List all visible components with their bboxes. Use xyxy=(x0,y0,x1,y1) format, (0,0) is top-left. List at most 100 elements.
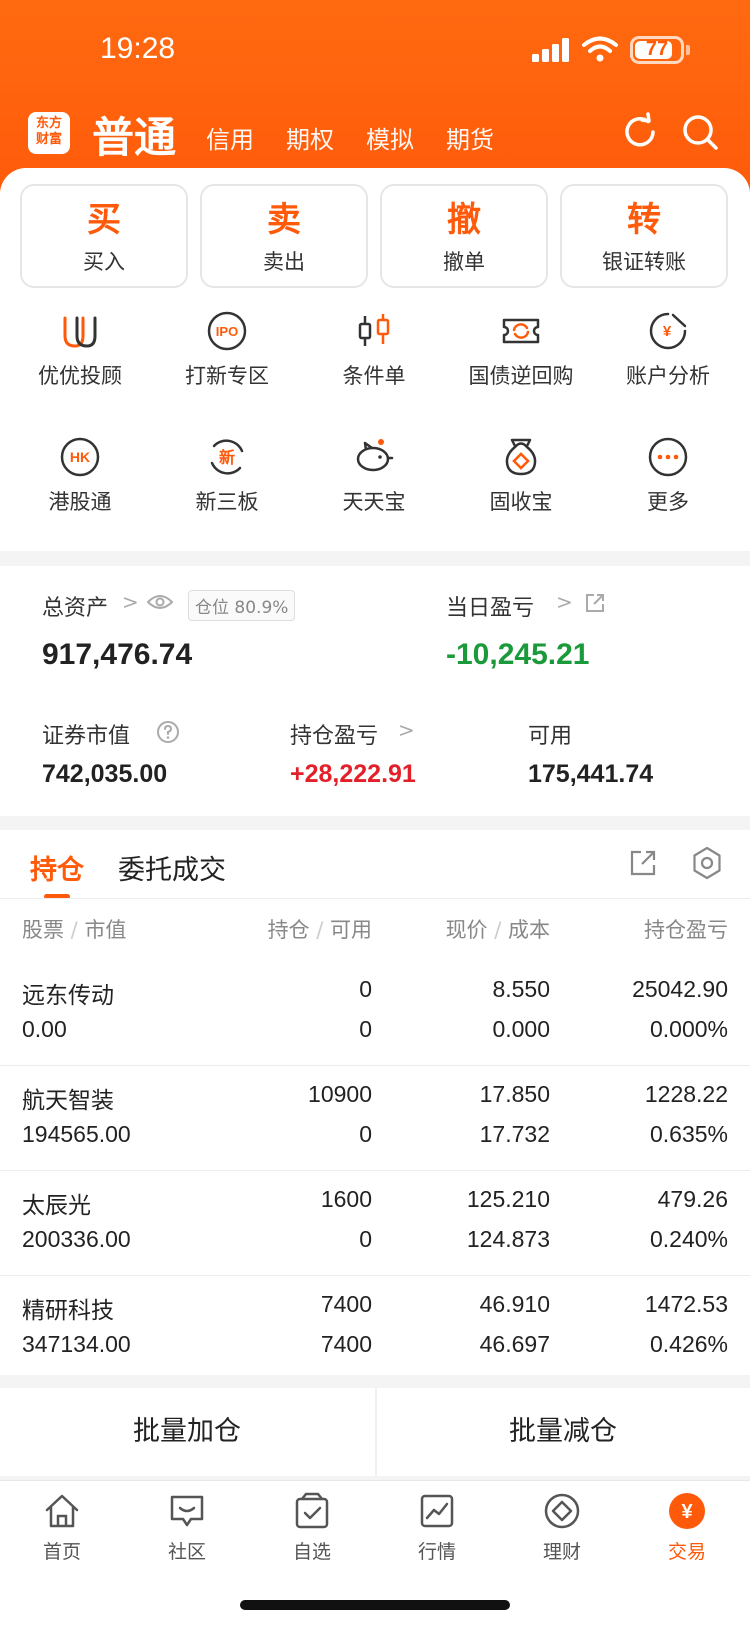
market-value-cell: 347134.00 xyxy=(22,1331,131,1357)
total-assets-label[interactable]: 总资产 xyxy=(42,590,108,622)
holding-pl-value: +28,222.91 xyxy=(290,760,416,788)
cancel-order-button[interactable]: 撤 撤单 xyxy=(380,184,548,288)
tab-options[interactable]: 期权 xyxy=(286,120,334,155)
col-header-stock: 股票 / 市值 xyxy=(22,918,127,942)
buy-button[interactable]: 买 买入 xyxy=(20,184,188,288)
search-icon[interactable] xyxy=(680,112,720,152)
holding-pl-label[interactable]: 持仓盈亏 xyxy=(290,718,378,750)
help-icon[interactable] xyxy=(156,720,180,744)
sell-button[interactable]: 卖 卖出 xyxy=(200,184,368,288)
tab-wealth[interactable]: 理财 xyxy=(512,1491,612,1564)
eye-icon[interactable] xyxy=(146,592,174,612)
community-icon xyxy=(170,1495,204,1527)
table-row[interactable]: 太辰光 200336.00 1600 0 125.210 124.873 479… xyxy=(0,1170,750,1275)
home-indicator xyxy=(240,1600,510,1610)
current-price: 8.550 xyxy=(492,976,550,1002)
market-value-cell: 0.00 xyxy=(22,1016,67,1042)
grid-item-account-analysis[interactable]: ¥ 账户分析 xyxy=(598,310,738,390)
pl-percent: 0.000% xyxy=(649,1016,728,1042)
holding-qty: 7400 xyxy=(320,1291,372,1317)
chevron-right-icon[interactable]: > xyxy=(122,590,139,614)
tab-futures[interactable]: 期货 xyxy=(446,120,494,155)
holding-qty: 0 xyxy=(359,976,372,1002)
available-value: 175,441.74 xyxy=(528,760,654,788)
position-ratio-badge: 仓位 80.9% xyxy=(188,590,296,621)
grid-item-more[interactable]: 更多 xyxy=(598,436,738,516)
tab-credit[interactable]: 信用 xyxy=(206,120,254,155)
grid-item-advisor[interactable]: 优优投顾 xyxy=(10,310,150,390)
table-row[interactable]: 航天智装 194565.00 10900 0 17.850 17.732 122… xyxy=(0,1065,750,1170)
grid-item-conditional-order[interactable]: 条件单 xyxy=(304,310,444,390)
market-value-cell: 194565.00 xyxy=(22,1121,131,1147)
col-header-holding: 持仓 / 可用 xyxy=(267,918,372,942)
account-analysis-icon: ¥ xyxy=(649,312,687,350)
settings-gear-icon[interactable] xyxy=(690,846,724,880)
external-link-icon[interactable] xyxy=(584,592,606,614)
money-bag-icon xyxy=(505,438,537,476)
bank-transfer-button[interactable]: 转 银证转账 xyxy=(560,184,728,288)
asset-summary: 总资产 > 仓位 80.9% 917,476.74 当日盈亏 > -10,245… xyxy=(0,566,750,816)
grid-item-hk-connect[interactable]: HK 港股通 xyxy=(10,436,150,516)
tab-simulated[interactable]: 模拟 xyxy=(366,120,414,155)
market-icon xyxy=(420,1494,454,1528)
holding-qty: 10900 xyxy=(308,1081,372,1107)
market-value-label: 证券市值 xyxy=(42,724,131,749)
grid-item-new-otc[interactable]: 新 新三板 xyxy=(157,436,297,516)
home-icon xyxy=(45,1494,79,1528)
grid-item-bond-repo[interactable]: 国债逆回购 xyxy=(451,310,591,390)
share-icon[interactable] xyxy=(628,848,658,878)
ipo-icon: IPO xyxy=(207,311,247,351)
positions-panel: 持仓 委托成交 股票 / 市值 持仓 / 可用 现价 / 成本 持仓盈亏 远东传… xyxy=(0,830,750,1375)
app-logo[interactable]: 东方 财富 xyxy=(28,112,70,154)
piggy-bank-icon xyxy=(356,439,394,472)
stock-name: 精研科技 xyxy=(22,1298,114,1324)
stock-name: 太辰光 xyxy=(22,1193,91,1219)
pl-amount: 1472.53 xyxy=(644,1291,728,1317)
tab-trade[interactable]: ¥ 交易 xyxy=(637,1491,737,1564)
tab-watchlist[interactable]: 自选 xyxy=(262,1491,362,1564)
battery-icon: 77 xyxy=(630,36,684,64)
stock-name: 远东传动 xyxy=(22,983,114,1009)
grid-item-tiantianbao[interactable]: 天天宝 xyxy=(304,436,444,516)
tab-holdings[interactable]: 持仓 xyxy=(30,848,84,887)
chevron-right-icon[interactable]: > xyxy=(398,718,415,742)
batch-add-button[interactable]: 批量加仓 xyxy=(0,1388,374,1476)
wealth-icon xyxy=(544,1493,580,1529)
batch-reduce-button[interactable]: 批量减仓 xyxy=(376,1388,750,1476)
available-qty: 0 xyxy=(359,1226,372,1252)
total-assets-value: 917,476.74 xyxy=(42,638,193,671)
market-value: 742,035.00 xyxy=(42,760,168,788)
current-price: 125.210 xyxy=(466,1186,550,1212)
wifi-icon xyxy=(582,36,618,62)
tab-orders-trades[interactable]: 委托成交 xyxy=(118,848,226,887)
watchlist-icon xyxy=(295,1492,329,1529)
cost-price: 46.697 xyxy=(479,1331,550,1357)
tab-community[interactable]: 社区 xyxy=(137,1491,237,1564)
current-price: 17.850 xyxy=(479,1081,550,1107)
svg-text:HK: HK xyxy=(70,449,90,465)
pl-amount: 1228.22 xyxy=(644,1081,728,1107)
tab-market[interactable]: 行情 xyxy=(387,1491,487,1564)
bond-repo-icon xyxy=(502,318,540,344)
hk-icon: HK xyxy=(60,437,100,477)
tab-home[interactable]: 首页 xyxy=(12,1491,112,1564)
holding-qty: 1600 xyxy=(320,1186,372,1212)
daily-pl-value: -10,245.21 xyxy=(446,638,590,671)
status-time: 19:28 xyxy=(100,32,176,65)
battery-level: 77 xyxy=(645,38,669,60)
refresh-icon[interactable] xyxy=(620,112,660,152)
svg-text:¥: ¥ xyxy=(663,323,672,340)
table-row[interactable]: 精研科技 347134.00 7400 7400 46.910 46.697 1… xyxy=(0,1275,750,1380)
chevron-right-icon[interactable]: > xyxy=(556,590,573,614)
table-row[interactable]: 远东传动 0.00 0 0 8.550 0.000 25042.90 0.000… xyxy=(0,960,750,1065)
cost-price: 17.732 xyxy=(479,1121,550,1147)
pl-amount: 479.26 xyxy=(657,1186,728,1212)
available-qty: 7400 xyxy=(320,1331,372,1357)
market-value-cell: 200336.00 xyxy=(22,1226,131,1252)
pl-amount: 25042.90 xyxy=(632,976,728,1002)
grid-item-gushoubao[interactable]: 固收宝 xyxy=(451,436,591,516)
candlestick-icon xyxy=(358,314,390,346)
tab-normal[interactable]: 普通 xyxy=(92,104,176,165)
grid-item-ipo[interactable]: IPO 打新专区 xyxy=(157,310,297,390)
daily-pl-label[interactable]: 当日盈亏 xyxy=(446,590,534,622)
